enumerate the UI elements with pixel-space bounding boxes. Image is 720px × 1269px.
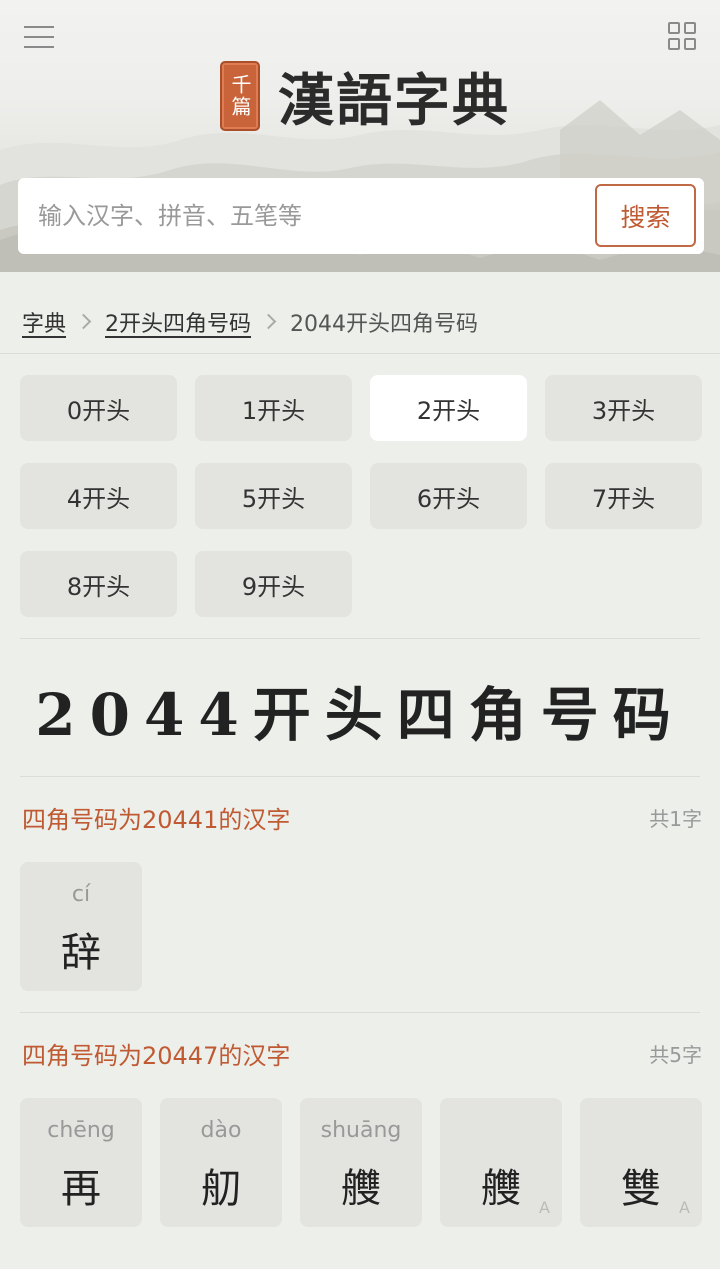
char-card[interactable]: chēng 再 [20, 1098, 142, 1227]
char-variant-badge: A [539, 1198, 550, 1217]
char-hanzi: 艭 [341, 1166, 381, 1212]
tab-6[interactable]: 6开头 [370, 463, 527, 529]
section-title: 四角号码为20447的汉字 [22, 1042, 291, 1070]
section-count: 共1字 [649, 807, 702, 831]
breadcrumb-item-2-prefix[interactable]: 2开头四角号码 [105, 306, 251, 338]
logo[interactable]: 千篇 漢語字典 [220, 60, 510, 134]
prefix-tabs: 0开头 1开头 2开头 3开头 4开头 5开头 6开头 7开头 8开头 9开头 [20, 375, 702, 617]
logo-seal-text: 千篇 [228, 74, 252, 118]
tab-1[interactable]: 1开头 [195, 375, 352, 441]
char-card[interactable]: 雙 A [580, 1098, 702, 1227]
char-hanzi: 再 [61, 1166, 101, 1212]
search-bar: 搜索 [18, 178, 704, 254]
search-input[interactable] [38, 190, 598, 242]
char-card[interactable]: 艭 A [440, 1098, 562, 1227]
tab-5[interactable]: 5开头 [195, 463, 352, 529]
search-button[interactable]: 搜索 [595, 184, 696, 247]
breadcrumb-item-current: 2044开头四角号码 [290, 311, 479, 337]
apps-grid-icon[interactable] [668, 22, 698, 52]
section-count: 共5字 [649, 1043, 702, 1067]
char-pinyin: chēng [47, 1118, 115, 1143]
char-list: chēng 再 dào 舠 shuāng 艭 艭 A 雙 A [20, 1098, 702, 1227]
section-header: 四角号码为20441的汉字 共1字 [22, 800, 702, 835]
char-list: cí 辞 [20, 862, 142, 991]
tab-2[interactable]: 2开头 [370, 375, 527, 441]
tab-9[interactable]: 9开头 [195, 551, 352, 617]
chevron-right-icon [260, 313, 277, 330]
header: 千篇 漢語字典 搜索 [0, 0, 720, 272]
section-title: 四角号码为20441的汉字 [22, 806, 291, 834]
char-pinyin: cí [71, 882, 91, 907]
char-pinyin: dào [200, 1118, 242, 1143]
char-variant-badge: A [679, 1198, 690, 1217]
section-header: 四角号码为20447的汉字 共5字 [22, 1036, 702, 1071]
chevron-right-icon [75, 313, 92, 330]
tab-7[interactable]: 7开头 [545, 463, 702, 529]
tab-4[interactable]: 4开头 [20, 463, 177, 529]
divider [20, 638, 700, 639]
char-card[interactable]: cí 辞 [20, 862, 142, 991]
logo-text: 漢語字典 [278, 67, 510, 134]
page-title: 2044开头四角号码 [35, 681, 685, 749]
char-hanzi: 辞 [61, 930, 101, 976]
tab-0[interactable]: 0开头 [20, 375, 177, 441]
logo-seal: 千篇 [220, 61, 260, 131]
char-pinyin: shuāng [320, 1118, 402, 1143]
divider [20, 776, 700, 777]
tab-8[interactable]: 8开头 [20, 551, 177, 617]
char-hanzi: 舠 [201, 1166, 241, 1212]
divider [20, 1012, 700, 1013]
char-card[interactable]: dào 舠 [160, 1098, 282, 1227]
tab-3[interactable]: 3开头 [545, 375, 702, 441]
char-card[interactable]: shuāng 艭 [300, 1098, 422, 1227]
breadcrumb-item-dictionary[interactable]: 字典 [22, 306, 66, 338]
menu-icon[interactable] [24, 24, 54, 50]
breadcrumb: 字典 2开头四角号码 2044开头四角号码 [0, 290, 720, 354]
